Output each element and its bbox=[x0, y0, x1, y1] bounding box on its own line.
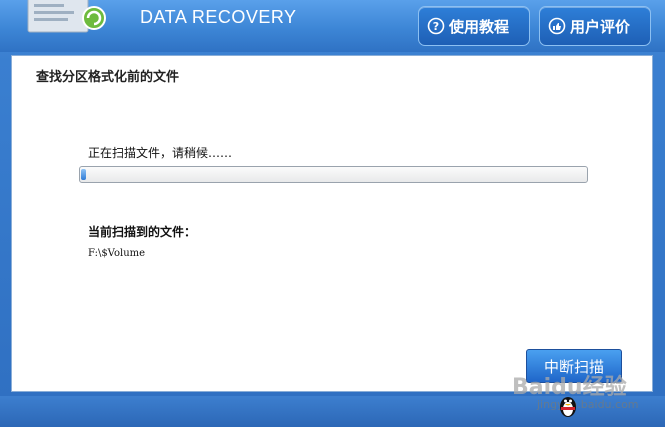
question-icon: ? bbox=[427, 17, 445, 35]
current-file-path: F:\$Volume bbox=[88, 248, 146, 259]
scan-status-text: 正在扫描文件，请稍候…… bbox=[88, 146, 233, 160]
user-review-button[interactable]: 用户评价 bbox=[539, 6, 651, 46]
help-tutorial-button[interactable]: ? 使用教程 bbox=[418, 6, 530, 46]
scan-panel: 查找分区格式化前的文件 正在扫描文件，请稍候…… 当前扫描到的文件： F:\$V… bbox=[11, 55, 653, 392]
app-logo-icon bbox=[27, 0, 106, 33]
user-review-label: 用户评价 bbox=[570, 17, 631, 36]
scan-progress-bar bbox=[79, 166, 588, 183]
current-file-label: 当前扫描到的文件： bbox=[88, 225, 197, 239]
svg-text:?: ? bbox=[433, 20, 439, 33]
thumbs-up-icon bbox=[548, 17, 566, 35]
app-title: DATA RECOVERY bbox=[140, 7, 297, 27]
help-tutorial-label: 使用教程 bbox=[449, 17, 510, 36]
header-bar: DATA RECOVERY ? 使用教程 用户评价 bbox=[0, 0, 665, 52]
scan-progress-fill bbox=[81, 169, 86, 180]
footer-bar bbox=[0, 396, 665, 427]
panel-title: 查找分区格式化前的文件 bbox=[36, 70, 180, 85]
stop-scan-button[interactable]: 中断扫描 bbox=[526, 349, 622, 383]
